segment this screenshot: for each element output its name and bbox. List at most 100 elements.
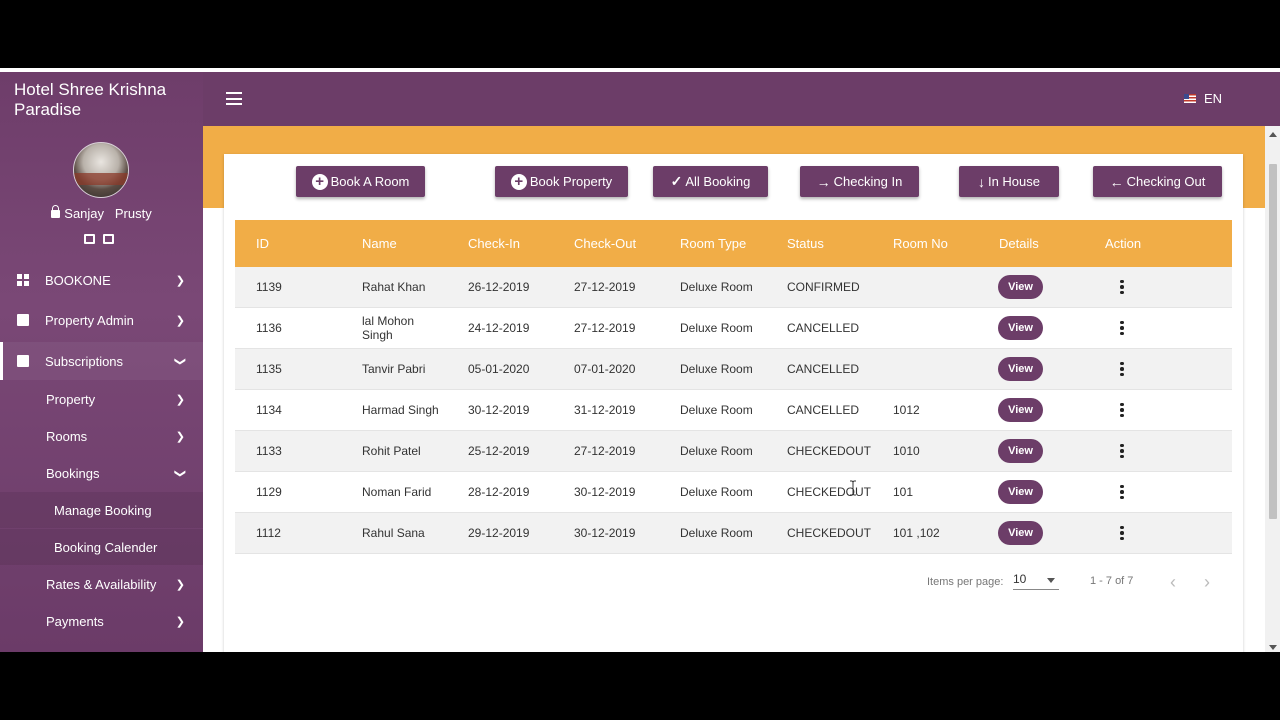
table-row[interactable]: 1134 Harmad Singh 30-12-2019 31-12-2019 Delu…	[235, 390, 1232, 431]
more-vert-icon[interactable]	[1120, 320, 1124, 336]
table-row[interactable]: 1129 Noman Farid 28-12-2019 30-12-2019 Delux…	[235, 472, 1232, 513]
button-label: All Booking	[685, 174, 751, 189]
column-header[interactable]: Name	[341, 236, 447, 251]
checking-in-button[interactable]: → Checking In	[800, 166, 919, 197]
checking-out-button[interactable]: ← Checking Out	[1093, 166, 1222, 197]
in-house-button[interactable]: ↓ In House	[959, 166, 1059, 197]
sidebar-item-rates-availability[interactable]: Rates & Availability ❯	[0, 566, 203, 602]
cell-checkout: 27-12-2019	[574, 321, 636, 335]
user-name-line: Sanjay Prusty	[0, 205, 203, 221]
avatar-photo-detail	[74, 173, 128, 185]
more-vert-icon[interactable]	[1120, 525, 1124, 541]
sidebar-item-property[interactable]: Property ❯	[0, 381, 203, 417]
chevron-left-icon[interactable]: ‹	[1170, 572, 1176, 593]
add-circle-icon: +	[510, 173, 527, 190]
cell-action	[1084, 525, 1232, 541]
paginator: Items per page: 10 1 - 7 of 7 ‹ ›	[224, 570, 1243, 594]
column-header[interactable]: Room Type	[659, 236, 766, 251]
cell-id: 1129	[256, 485, 282, 499]
cell-action	[1084, 484, 1232, 500]
us-flag-icon	[1183, 94, 1196, 103]
scrollbar[interactable]	[1265, 126, 1280, 652]
check-icon: ✓	[670, 173, 683, 189]
sidebar-item-property-admin[interactable]: Property Admin ❯	[0, 301, 203, 339]
add-circle-icon: +	[311, 173, 328, 190]
sidebar-item-payments[interactable]: Payments ❯	[0, 603, 203, 639]
view-button[interactable]: View	[998, 275, 1043, 299]
chevron-down-icon: ❯	[173, 468, 186, 478]
grid-icon	[17, 274, 29, 286]
cell-checkin: 05-01-2020	[468, 362, 530, 376]
more-vert-icon[interactable]	[1120, 402, 1124, 418]
table-row[interactable]: 1136 lal Mohon Singh 24-12-2019 27-12-2019 D…	[235, 308, 1232, 349]
sidebar-item-subscriptions[interactable]: Subscriptions ❯	[0, 342, 203, 380]
table-row[interactable]: 1135 Tanvir Pabri 05-01-2020 07-01-2020 Delu…	[235, 349, 1232, 390]
sidebar-item-bookone[interactable]: BOOKONE ❯	[0, 261, 203, 299]
sidebar-item-label: Bookings	[46, 465, 100, 481]
all-booking-button[interactable]: ✓ All Booking	[653, 166, 768, 197]
book-room-button[interactable]: + Book A Room	[296, 166, 425, 197]
cell-details: View	[978, 439, 1084, 463]
sidebar-item-label: Manage Booking	[54, 502, 152, 518]
view-button[interactable]: View	[998, 398, 1043, 422]
cell-details: View	[978, 398, 1084, 422]
view-button[interactable]: View	[998, 521, 1043, 545]
sidebar-item-bookings[interactable]: Bookings ❯	[0, 455, 203, 491]
table-row[interactable]: 1133 Rohit Patel 25-12-2019 27-12-2019 Delux…	[235, 431, 1232, 472]
cell-checkout: 30-12-2019	[574, 485, 636, 499]
cell-checkout: 31-12-2019	[574, 403, 636, 417]
arrow-down-icon: ↓	[977, 173, 985, 190]
chevron-right-icon: ❯	[175, 274, 185, 287]
chevron-right-icon[interactable]: ›	[1204, 572, 1210, 593]
button-label: In House	[987, 174, 1041, 189]
table-row[interactable]: 1139 Rahat Khan 26-12-2019 27-12-2019 Deluxe…	[235, 267, 1232, 308]
book-property-button[interactable]: + Book Property	[495, 166, 628, 197]
avatar[interactable]	[73, 142, 129, 198]
scroll-up-arrow-icon[interactable]	[1269, 132, 1277, 137]
user-name: Sanjay Prusty	[64, 206, 152, 221]
column-header: Details	[999, 236, 1039, 251]
column-header[interactable]: Check-In	[447, 236, 553, 251]
more-vert-icon[interactable]	[1120, 443, 1124, 459]
cell-checkin: 25-12-2019	[468, 444, 530, 458]
column-header[interactable]: Status	[766, 236, 872, 251]
cell-room-type: Deluxe Room	[680, 444, 753, 458]
cell-status: CHECKEDOUT	[787, 526, 872, 540]
dropdown-arrow-icon	[1047, 578, 1055, 583]
column-header: Action	[1105, 236, 1142, 251]
profile-card-icon[interactable]	[84, 234, 95, 244]
cell-name: Rohit Patel	[362, 444, 421, 458]
column-header[interactable]: ID	[235, 236, 341, 251]
cell-details: View	[978, 480, 1084, 504]
menu-icon[interactable]	[226, 92, 242, 105]
view-button[interactable]: View	[998, 480, 1043, 504]
cell-room-type: Deluxe Room	[680, 526, 753, 540]
cell-checkout: 27-12-2019	[574, 280, 636, 294]
table-row[interactable]: 1112 Rahul Sana 29-12-2019 30-12-2019 Deluxe…	[235, 513, 1232, 554]
language-selector[interactable]: EN	[1183, 91, 1222, 106]
cell-status: CHECKEDOUT	[787, 444, 872, 458]
sidebar-item-rooms[interactable]: Rooms ❯	[0, 418, 203, 454]
cell-checkin: 26-12-2019	[468, 280, 530, 294]
cell-checkout: 07-01-2020	[574, 362, 636, 376]
more-vert-icon[interactable]	[1120, 484, 1124, 500]
sidebar-item-manage-booking[interactable]: Manage Booking	[0, 492, 203, 528]
items-per-page-select[interactable]: 10	[1013, 572, 1059, 590]
view-button[interactable]: View	[998, 316, 1043, 340]
logout-icon[interactable]	[103, 234, 114, 244]
column-header[interactable]: Check-Out	[553, 236, 659, 251]
chevron-right-icon: ❯	[175, 615, 185, 628]
cell-name: Noman Farid	[362, 485, 432, 499]
scroll-thumb[interactable]	[1269, 164, 1277, 519]
scroll-down-arrow-icon[interactable]	[1269, 645, 1277, 650]
cell-id: 1135	[256, 362, 282, 376]
view-button[interactable]: View	[998, 357, 1043, 381]
view-button[interactable]: View	[998, 439, 1043, 463]
cell-status: CANCELLED	[787, 321, 860, 335]
sidebar-item-label: BOOKONE	[45, 272, 111, 288]
more-vert-icon[interactable]	[1120, 361, 1124, 377]
more-vert-icon[interactable]	[1120, 279, 1124, 295]
column-header[interactable]: Room No	[872, 236, 978, 251]
sidebar-item-label: Booking Calender	[54, 539, 158, 555]
sidebar-item-booking-calender[interactable]: Booking Calender	[0, 529, 203, 565]
